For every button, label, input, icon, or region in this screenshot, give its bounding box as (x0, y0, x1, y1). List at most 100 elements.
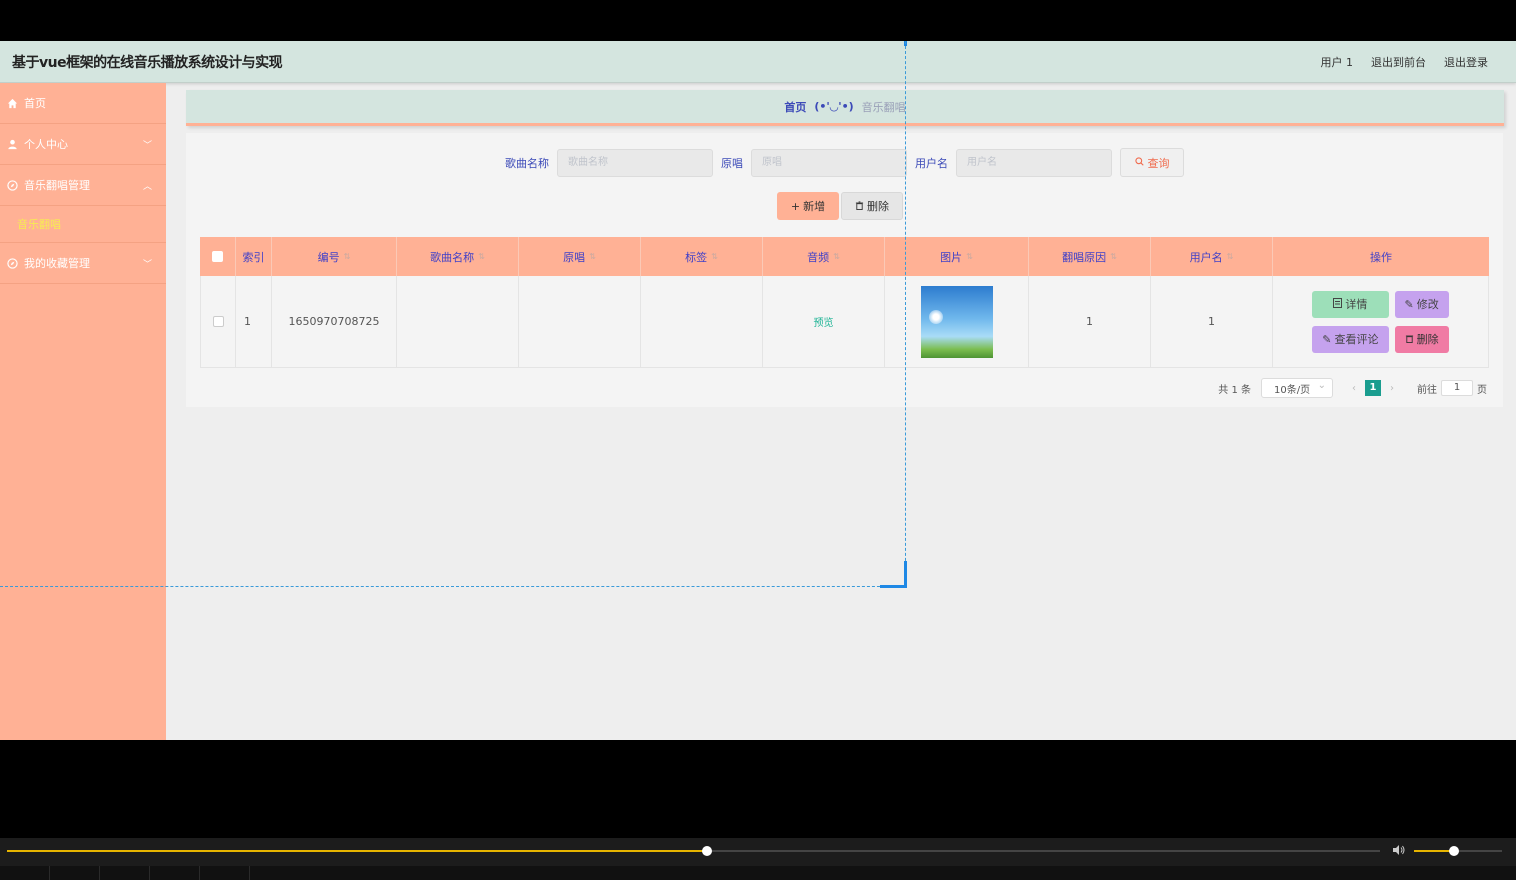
column-header[interactable]: 翻唱原因 ⇅ (1029, 237, 1151, 276)
column-username: 用户名 (1189, 250, 1223, 264)
column-header[interactable]: 编号 ⇅ (272, 237, 397, 276)
taskbar-slot (150, 866, 200, 880)
original-singer-label: 原唱 (721, 156, 743, 170)
pagination: 共 1 条 10条/页 ‹ 1 › 前往 1 页 (1218, 378, 1487, 398)
cell-image (885, 276, 1029, 367)
current-user-label: 用户 1 (1320, 56, 1354, 69)
chevron-down-icon: ﹀ (142, 260, 152, 270)
song-name-label: 歌曲名称 (505, 156, 549, 170)
page-size-value: 10条/页 (1274, 384, 1311, 396)
view-comments-button[interactable]: ✎ 查看评论 (1312, 325, 1389, 353)
sidebar-item-label: 首页 (24, 97, 46, 110)
detail-button[interactable]: 详情 (1312, 290, 1389, 318)
column-reason: 翻唱原因 (1062, 250, 1107, 264)
original-singer-input[interactable]: 原唱 (751, 148, 907, 177)
add-button[interactable]: + 新增 (777, 192, 839, 220)
sidebar-item-label: 个人中心 (24, 138, 68, 151)
prev-page-icon[interactable]: ‹ (1347, 383, 1361, 394)
goto-label: 前往 (1417, 384, 1437, 396)
column-id: 编号 (317, 250, 340, 264)
logout-link[interactable]: 退出登录 (1444, 54, 1488, 70)
selection-resize-handle[interactable] (880, 561, 907, 588)
column-song: 歌曲名称 (430, 250, 475, 264)
back-to-front-link[interactable]: 退出到前台 (1371, 54, 1426, 70)
page-number-active[interactable]: 1 (1365, 380, 1381, 396)
column-header[interactable]: 图片 ⇅ (885, 237, 1029, 276)
total-count: 共 1 条 (1218, 384, 1251, 396)
cell-actions: 详情 ✎ 修改 ✎ 查看评论 删除 (1273, 276, 1489, 367)
cell-username: 1 (1151, 276, 1273, 367)
sort-icon: ⇅ (966, 252, 973, 261)
app-screen: 基于vue框架的在线音乐播放系统设计与实现 用户 1 退出到前台 退出登录 首页… (0, 41, 1516, 740)
sidebar-item-label: 我的收藏管理 (24, 257, 90, 270)
header-links: 用户 1 退出到前台 退出登录 (1321, 54, 1489, 70)
audio-preview-link[interactable]: 预览 (814, 314, 834, 329)
breadcrumb-current: 音乐翻唱 (861, 100, 906, 114)
sort-icon: ⇅ (711, 252, 718, 261)
breadcrumb-home[interactable]: 首页 (784, 99, 806, 115)
edit-button-label: 修改 (1416, 298, 1439, 311)
add-button-label: 新增 (803, 200, 826, 213)
row-checkbox[interactable] (212, 316, 224, 327)
page-suffix: 页 (1477, 384, 1487, 396)
sort-icon: ⇅ (589, 252, 596, 261)
pencil-icon: ✎ (1322, 332, 1332, 346)
cell-song (397, 276, 519, 367)
batch-delete-button[interactable]: 删除 (841, 192, 903, 220)
query-button-label: 查询 (1147, 156, 1170, 170)
volume-handle[interactable] (1448, 846, 1459, 856)
row-delete-button[interactable]: 删除 (1394, 325, 1449, 353)
column-header[interactable]: 歌曲名称 ⇅ (397, 237, 519, 276)
table-row: 1 1650970708725 预览 1 1 详情 ✎ 修改 ✎ 查看评论 删除 (200, 276, 1489, 368)
sidebar-item-cover-management[interactable]: 音乐翻唱管理 ︿ (0, 165, 166, 206)
username-label: 用户名 (915, 156, 948, 170)
chevron-down-icon: ﹀ (142, 141, 152, 151)
page-size-select[interactable]: 10条/页 (1261, 378, 1333, 398)
cell-original (519, 276, 641, 367)
search-form: 歌曲名称 歌曲名称 原唱 原唱 用户名 用户名 查询 (186, 148, 1503, 177)
edit-button[interactable]: ✎ 修改 (1394, 290, 1449, 318)
column-header[interactable]: 音频 ⇅ (763, 237, 885, 276)
query-button[interactable]: 查询 (1120, 148, 1184, 177)
compass-icon (6, 179, 18, 191)
compass-icon (6, 257, 18, 269)
column-actions: 操作 (1370, 250, 1392, 264)
action-buttons: + 新增 删除 (777, 192, 903, 220)
taskbar-slot (200, 866, 250, 880)
sidebar-subitem-music-cover[interactable]: 音乐翻唱 (0, 206, 166, 243)
column-header: 操作 (1273, 237, 1489, 276)
cover-thumbnail[interactable] (920, 285, 993, 358)
row-actions: 详情 ✎ 修改 ✎ 查看评论 删除 (1312, 290, 1449, 353)
user-icon (6, 138, 18, 150)
dandelion-image (928, 309, 943, 324)
column-image: 图片 (940, 250, 963, 264)
sidebar-item-home[interactable]: 首页 (0, 83, 166, 124)
sidebar-item-personal[interactable]: 个人中心 ﹀ (0, 124, 166, 165)
search-icon (1134, 156, 1144, 169)
column-header[interactable]: 标签 ⇅ (641, 237, 763, 276)
goto-page-input[interactable]: 1 (1441, 380, 1473, 396)
sidebar-item-label: 音乐翻唱管理 (24, 179, 90, 192)
delete-button-label: 删除 (867, 200, 889, 213)
username-input[interactable]: 用户名 (956, 148, 1112, 177)
taskbar-slot (100, 866, 150, 880)
volume-icon[interactable] (1392, 844, 1406, 859)
breadcrumb: 首页 (•'◡'•) 音乐翻唱 (186, 90, 1504, 126)
column-header[interactable]: 用户名 ⇅ (1151, 237, 1273, 276)
taskbar-slot (50, 866, 100, 880)
home-icon (6, 97, 18, 109)
seek-handle[interactable] (702, 846, 713, 856)
top-header: 基于vue框架的在线音乐播放系统设计与实现 用户 1 退出到前台 退出登录 (0, 41, 1516, 83)
next-page-icon[interactable]: › (1385, 383, 1399, 394)
data-table: 索引 编号 ⇅ 歌曲名称 ⇅ 原唱 ⇅ 标签 ⇅ 音频 ⇅ 图片 ⇅ 翻唱原因 ⇅ 用户名 ⇅ … (200, 237, 1489, 368)
song-name-input[interactable]: 歌曲名称 (557, 148, 713, 177)
volume-level (1414, 850, 1454, 852)
select-all-checkbox[interactable] (212, 251, 223, 262)
row-select-cell (201, 276, 236, 367)
column-audio: 音频 (807, 250, 830, 264)
column-header[interactable]: 原唱 ⇅ (519, 237, 641, 276)
column-tag: 标签 (685, 250, 708, 264)
sidebar: 首页 个人中心 ﹀ 音乐翻唱管理 ︿ 音乐翻唱 我的收藏管理 ﹀ (0, 83, 166, 740)
taskbar-strip (0, 866, 1516, 880)
sidebar-item-favorites[interactable]: 我的收藏管理 ﹀ (0, 243, 166, 284)
